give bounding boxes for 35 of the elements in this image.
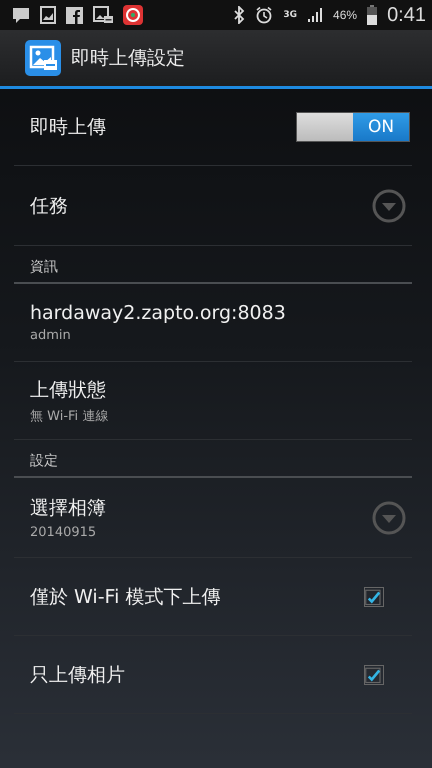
app-icon: [123, 5, 143, 25]
setting-summary: 20140915: [30, 525, 98, 540]
network-type: 3G: [283, 10, 298, 20]
setting-title: 只上傳相片: [30, 662, 126, 688]
facebook-icon: [66, 6, 83, 24]
section-header: 設定: [30, 452, 58, 470]
setting-title: hardaway2.zapto.org:8083: [30, 302, 287, 324]
alarm-icon: [255, 6, 274, 24]
screen-title: 即時上傳設定: [71, 46, 185, 71]
info-row[interactable]: 上傳狀態 無 Wi-Fi 連線: [14, 362, 412, 440]
setting-title: 上傳狀態: [30, 378, 107, 402]
setting-summary: admin: [30, 328, 72, 343]
checkbox[interactable]: [364, 586, 384, 606]
section-header: 資訊: [30, 258, 58, 276]
battery-icon: [367, 5, 378, 25]
dropdown-icon: [372, 188, 406, 222]
dropdown-icon: [372, 500, 406, 534]
setting-summary: 無 Wi-Fi 連線: [30, 408, 110, 424]
toggle-switch[interactable]: ON: [296, 112, 410, 142]
gallery-icon: [25, 40, 61, 76]
battery-percent: 46%: [333, 8, 358, 22]
bluetooth-icon: [233, 6, 246, 24]
chat-icon: [12, 6, 30, 24]
setting-title: 選擇相簿: [30, 496, 107, 521]
signal-icon: [307, 7, 324, 23]
gallery-icon: [93, 6, 113, 24]
setting-title: 僅於 Wi-Fi 模式下上傳: [30, 584, 222, 610]
setting-title: 任務: [30, 194, 69, 218]
dropdown-row[interactable]: 選擇相簿 20140915: [14, 478, 412, 558]
clock: 0:41: [387, 4, 426, 26]
setting-title: 即時上傳: [30, 115, 107, 140]
dropdown-row[interactable]: 任務: [14, 166, 412, 246]
checkbox[interactable]: [364, 664, 384, 684]
info-row[interactable]: hardaway2.zapto.org:8083 admin: [14, 284, 412, 362]
image-icon: [40, 6, 56, 24]
